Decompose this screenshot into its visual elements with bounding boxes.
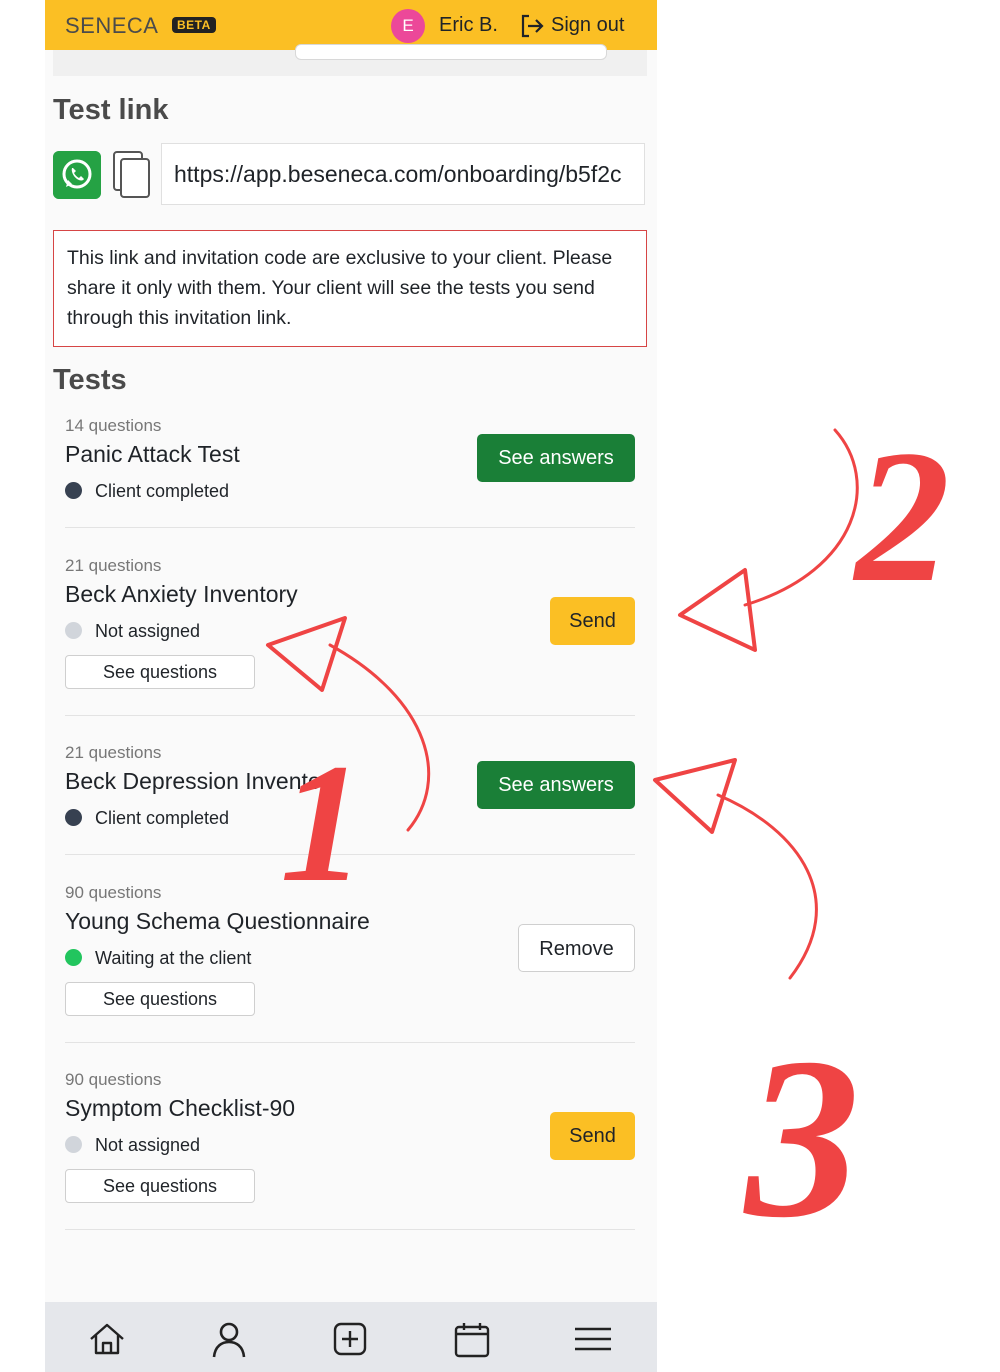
question-count: 21 questions (65, 556, 162, 575)
beta-badge: BETA (172, 17, 216, 33)
home-icon[interactable] (87, 1319, 127, 1359)
app-logo[interactable]: SENECA (65, 13, 158, 39)
see-questions-button[interactable]: See questions (65, 982, 255, 1016)
previous-field[interactable] (295, 44, 607, 60)
see-answers-button[interactable]: See answers (477, 434, 635, 482)
see-questions-button[interactable]: See questions (65, 655, 255, 689)
status-dot (65, 949, 82, 966)
menu-icon[interactable] (573, 1319, 613, 1359)
previous-section-footer (53, 44, 647, 76)
sign-out-icon[interactable] (519, 13, 545, 39)
top-bar: SENECA BETA E Eric B. Sign out (45, 0, 657, 50)
test-status: Client completed (65, 481, 229, 502)
annotation-arrow-3 (716, 793, 818, 980)
test-name: Beck Anxiety Inventory (65, 581, 298, 607)
test-card: 21 questions Beck Depression Inventory C… (65, 737, 635, 855)
status-dot (65, 1136, 82, 1153)
remove-button[interactable]: Remove (518, 924, 635, 972)
calendar-icon[interactable] (452, 1319, 492, 1359)
annotation-arrow-2 (743, 428, 859, 607)
avatar[interactable]: E (391, 9, 425, 43)
bottom-navigation (45, 1302, 657, 1372)
test-name: Symptom Checklist-90 (65, 1095, 296, 1121)
annotation-arrow-2-head (678, 568, 757, 652)
test-name: Beck Depression Inventory (65, 768, 340, 794)
app-screen: SENECA BETA E Eric B. Sign out Test link… (45, 0, 657, 1372)
test-link-heading: Test link (53, 94, 169, 126)
test-status: Client completed (65, 808, 229, 829)
test-card: 21 questions Beck Anxiety Inventory Not … (65, 550, 635, 716)
test-status: Not assigned (65, 621, 200, 642)
test-card: 90 questions Young Schema Questionnaire … (65, 877, 635, 1043)
copy-icon[interactable] (111, 150, 153, 200)
question-count: 21 questions (65, 743, 162, 762)
status-dot (65, 622, 82, 639)
plus-square-icon[interactable] (330, 1319, 370, 1359)
username[interactable]: Eric B. (439, 14, 498, 37)
see-questions-button[interactable]: See questions (65, 1169, 255, 1203)
see-answers-button[interactable]: See answers (477, 761, 635, 809)
send-button[interactable]: Send (550, 597, 635, 645)
test-card: 14 questions Panic Attack Test Client co… (65, 410, 635, 528)
test-status: Waiting at the client (65, 948, 251, 969)
question-count: 14 questions (65, 416, 162, 435)
tests-heading: Tests (53, 364, 127, 396)
whatsapp-icon[interactable] (53, 151, 101, 199)
test-link-field[interactable]: https://app.beseneca.com/onboarding/b5f2… (161, 143, 645, 205)
annotation-number-2: 2 (852, 412, 950, 622)
annotation-number-3: 3 (743, 1010, 860, 1265)
test-card: 90 questions Symptom Checklist-90 Not as… (65, 1064, 635, 1230)
user-icon[interactable] (209, 1319, 249, 1359)
sign-out-button[interactable]: Sign out (551, 14, 624, 37)
annotation-arrow-3-head (653, 758, 737, 834)
status-dot (65, 809, 82, 826)
question-count: 90 questions (65, 883, 162, 902)
send-button[interactable]: Send (550, 1112, 635, 1160)
question-count: 90 questions (65, 1070, 162, 1089)
test-name: Panic Attack Test (65, 441, 240, 467)
status-dot (65, 482, 82, 499)
test-status: Not assigned (65, 1135, 200, 1156)
exclusive-link-notice: This link and invitation code are exclus… (53, 230, 647, 347)
test-name: Young Schema Questionnaire (65, 908, 370, 934)
